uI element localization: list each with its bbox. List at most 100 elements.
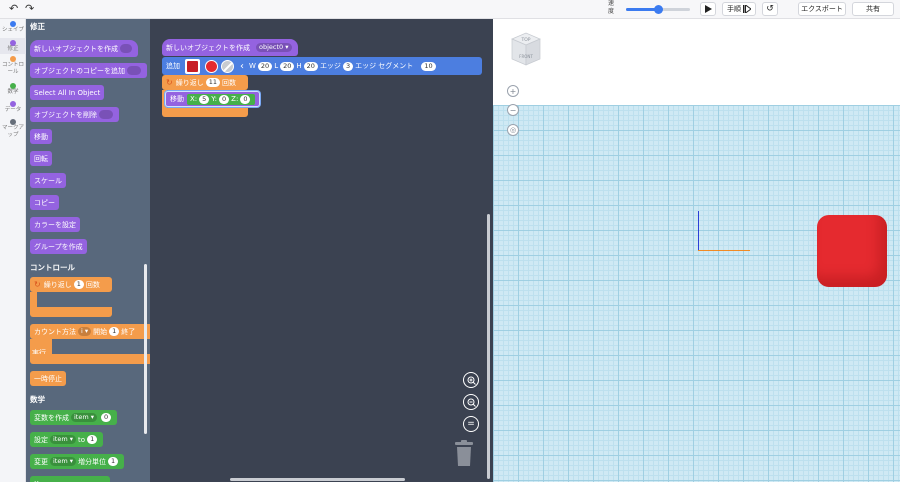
view-cube-top-label: TOP — [520, 37, 530, 43]
y-field[interactable]: 0 — [219, 94, 230, 104]
block-create-group[interactable]: グループを作成 — [30, 239, 87, 254]
category-data[interactable]: データ — [0, 101, 26, 114]
edge-field[interactable]: 3 — [342, 61, 354, 71]
w-field[interactable]: 20 — [257, 61, 273, 71]
block-rotate[interactable]: 回転 — [30, 151, 52, 166]
palette-scrollbar[interactable] — [144, 264, 147, 434]
zoom-in-button[interactable] — [463, 372, 479, 388]
param-label: W — [249, 62, 256, 70]
block-set-color[interactable]: カラーを設定 — [30, 217, 80, 232]
block-label: 変数を作成 — [34, 413, 69, 422]
h-field[interactable]: 20 — [303, 61, 318, 71]
category-modify[interactable]: 修正 — [0, 38, 26, 54]
category-label: シェイプ — [1, 27, 24, 33]
x-field[interactable]: 5 — [199, 94, 210, 104]
category-math[interactable]: 数学 — [0, 83, 26, 96]
ws-repeat-count-field[interactable]: 11 — [205, 78, 220, 87]
vp-zoom-in-button[interactable]: + — [507, 85, 519, 97]
object-name-dropdown[interactable]: object0 ▾ — [256, 43, 292, 52]
workspace-horizontal-scrollbar[interactable] — [230, 478, 405, 481]
shape-thumbnail[interactable] — [185, 58, 200, 74]
param-label: L — [274, 62, 279, 70]
zoom-out-button[interactable] — [463, 394, 479, 410]
code-workspace[interactable]: 新しいオブジェクトを作成 object0 ▾ 追加 ‹ W 20 L 20 H … — [150, 19, 493, 482]
undo-icon[interactable]: ↶ — [9, 2, 18, 15]
category-shapes[interactable]: シェイプ — [0, 21, 26, 34]
reset-button[interactable]: ↺ — [762, 2, 778, 16]
block-set-variable[interactable]: 設定 item ▾ to 1 — [30, 432, 104, 447]
ws-create-object-block[interactable]: 新しいオブジェクトを作成 object0 ▾ — [162, 39, 298, 56]
variable-value-field[interactable]: 0 — [101, 413, 112, 422]
view-cube[interactable]: TOP FRONT — [508, 31, 544, 67]
speed-slider[interactable] — [626, 5, 690, 14]
count-header: カウント方法 i ▾ 開始 1 終了 — [30, 324, 150, 339]
block-label: 繰り返し — [175, 78, 204, 87]
block-scale[interactable]: スケール — [30, 173, 66, 188]
block-create-object[interactable]: 新しいオブジェクトを作成 — [30, 40, 138, 57]
edge-segment-field[interactable]: 10 — [421, 61, 436, 71]
z-axis-line — [698, 211, 699, 251]
block-repeat[interactable]: ↻ 繰り返し 1 回数 — [30, 277, 112, 319]
speed-slider-thumb[interactable] — [654, 5, 663, 14]
hole-toggle[interactable] — [221, 59, 234, 73]
hole-stripe-icon — [222, 60, 233, 72]
ws-add-shape-block[interactable]: 追加 ‹ W 20 L 20 H 20 エッジ 3 エッジ セグメント 10 — [162, 57, 482, 75]
vp-fit-button[interactable]: ◎ — [507, 124, 519, 136]
step-button[interactable]: 手順 — [722, 2, 756, 16]
variable-name: item — [74, 413, 89, 421]
count-var: i — [81, 327, 83, 335]
block-pause[interactable]: 一時停止 — [30, 371, 66, 386]
block-label: 追加 — [166, 62, 180, 70]
z-field[interactable]: 0 — [240, 94, 251, 104]
step-forward-icon — [743, 5, 751, 13]
param-label: H — [296, 62, 302, 70]
3d-viewport[interactable]: TOP FRONT + − ◎ — [493, 19, 900, 482]
l-field[interactable]: 20 — [280, 61, 295, 71]
count-start-field[interactable]: 1 — [109, 327, 120, 336]
block-label: 移動 — [170, 95, 184, 103]
block-move[interactable]: 移動 — [30, 129, 52, 144]
ws-move-block[interactable]: 移動 X: 5 Y: 0 Z: 0 — [165, 91, 261, 107]
variable-dropdown[interactable]: item ▾ — [50, 435, 77, 444]
fit-workspace-button[interactable]: = — [463, 416, 479, 432]
share-button[interactable]: 共有 — [852, 2, 894, 16]
block-delete-object[interactable]: オブジェクトを削除 — [30, 107, 119, 122]
category-markup[interactable]: マークアップ — [0, 119, 26, 139]
ws-repeat-footer — [162, 108, 248, 117]
block-select-all[interactable]: Select All In Object — [30, 85, 105, 100]
fit-view-icon: ◎ — [509, 126, 517, 134]
variable-value-field[interactable]: 1 — [87, 435, 98, 444]
ws-repeat-header: ↻ 繰り返し 11 回数 — [162, 75, 248, 90]
color-swatch[interactable] — [205, 59, 218, 73]
block-label: 新しいオブジェクトを作成 — [34, 44, 118, 53]
export-button[interactable]: エクスポート — [798, 2, 846, 16]
block-add-copy[interactable]: オブジェクトのコピーを追加 — [30, 63, 147, 78]
count-var-dropdown[interactable]: i ▾ — [78, 327, 92, 336]
red-box-shape[interactable] — [817, 215, 887, 287]
block-create-variable[interactable]: 変数を作成 item ▾ 0 — [30, 410, 118, 425]
block-change-variable[interactable]: 変更 item ▾ 増分単位 1 — [30, 454, 125, 469]
block-label: 回数 — [221, 78, 236, 87]
redo-icon[interactable]: ↷ — [25, 2, 34, 15]
category-label: コントロール — [1, 62, 24, 75]
collapse-chevron-icon[interactable]: ‹ — [240, 61, 244, 72]
param-label: Z: — [231, 95, 239, 103]
trash-icon[interactable] — [455, 440, 473, 466]
workspace-vertical-scrollbar[interactable] — [487, 214, 490, 479]
category-control[interactable]: コントロール — [0, 56, 26, 76]
block-label: 終了 — [121, 327, 136, 336]
param-label: X: — [190, 95, 198, 103]
play-button[interactable] — [700, 2, 716, 16]
block-copy[interactable]: コピー — [30, 195, 59, 210]
variable-dropdown[interactable]: item ▾ — [50, 457, 77, 466]
variable-dropdown[interactable]: item ▾ — [71, 413, 98, 422]
workplane-grid — [493, 105, 900, 482]
block-partial[interactable]: X — [30, 476, 110, 482]
play-icon — [704, 5, 712, 13]
vp-zoom-out-button[interactable]: − — [507, 104, 519, 116]
block-label: 新しいオブジェクトを作成 — [166, 43, 250, 52]
variable-value-field[interactable]: 1 — [108, 457, 119, 466]
section-title-modify: 修正 — [30, 22, 45, 31]
repeat-count-field[interactable]: 1 — [73, 280, 84, 289]
block-count[interactable]: カウント方法 i ▾ 開始 1 終了 実行 — [30, 324, 150, 366]
